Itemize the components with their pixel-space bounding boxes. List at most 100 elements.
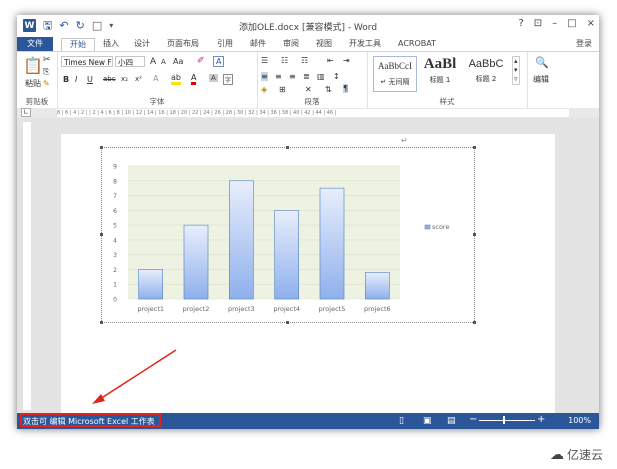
align-center-icon[interactable]: ≡ [275, 72, 282, 81]
copy-icon[interactable]: ⎘ [43, 67, 49, 77]
zoom-slider-thumb[interactable] [503, 416, 505, 424]
print-layout-icon[interactable]: ▣ [423, 416, 432, 426]
tab-file[interactable]: 文件 [17, 37, 53, 51]
bar [183, 224, 209, 300]
cut-icon[interactable]: ✂ [43, 55, 51, 65]
justify-icon[interactable]: ≣ [303, 72, 310, 81]
maximize-button[interactable]: □ [567, 18, 576, 29]
font-group-label: 字体 [149, 97, 165, 106]
bar-chart: 0 1 2 3 4 5 6 7 8 9 project1 project2 project3 projec… [113, 164, 449, 314]
tab-selector-icon[interactable]: ∟ [21, 108, 31, 117]
resize-handle[interactable] [100, 233, 103, 236]
line-spacing-icon[interactable]: ↕ [333, 72, 340, 81]
y-tick-label: 4 [113, 237, 117, 244]
tab-review[interactable]: 审阅 [279, 38, 303, 51]
embedded-excel-object[interactable]: 0 1 2 3 4 5 6 7 8 9 project1 project2 project3 projec… [100, 146, 476, 324]
align-left-icon[interactable]: ≡ [261, 72, 268, 81]
paragraph-mark: ↵ [401, 136, 408, 145]
find-icon[interactable]: 🔍 [535, 56, 549, 69]
style-name: 标题 2 [475, 75, 497, 83]
y-tick-label: 6 [113, 208, 117, 215]
underline-button[interactable]: U [87, 75, 93, 84]
tab-developer[interactable]: 开发工具 [345, 38, 385, 51]
resize-handle[interactable] [473, 321, 476, 324]
bullets-icon[interactable]: ☰ [261, 56, 268, 65]
sort-icon[interactable]: ⇅ [325, 85, 332, 94]
tab-design[interactable]: 设计 [130, 38, 154, 51]
numbering-icon[interactable]: ☷ [281, 56, 288, 65]
close-button[interactable]: × [587, 18, 595, 29]
y-tick-label: 0 [113, 297, 117, 304]
sign-in-link[interactable]: 登录 [572, 38, 596, 51]
align-right-icon[interactable]: ≡ [289, 72, 296, 81]
font-size-select[interactable]: 小四 [115, 56, 145, 67]
zoom-level[interactable]: 100% [568, 416, 591, 425]
tab-view[interactable]: 视图 [312, 38, 336, 51]
title-bar: W 🖫 ↶ ↻ □ ▾ 添加OLE.docx [兼容模式] - Word ? ⊡… [17, 15, 599, 37]
resize-handle[interactable] [473, 233, 476, 236]
paste-button[interactable]: 粘贴 [25, 78, 41, 89]
text-effects-icon[interactable]: A [153, 74, 158, 83]
decrease-indent-icon[interactable]: ⇤ [327, 56, 334, 65]
clear-format-icon[interactable]: ✐ [197, 56, 205, 66]
read-mode-icon[interactable]: ▯ [399, 416, 404, 426]
shrink-font-button[interactable]: A [161, 58, 166, 66]
resize-handle[interactable] [100, 146, 103, 149]
window-controls: ? ⊡ – □ × [518, 18, 595, 29]
style-heading1[interactable]: AaBl 标题 1 [419, 56, 461, 90]
document-page: ↵ 0 1 2 3 4 5 6 7 8 9 project1 project2 project3 proj… [61, 134, 555, 429]
format-painter-icon[interactable]: ✎ [43, 79, 50, 88]
editing-button[interactable]: 编辑 [533, 74, 549, 85]
shading-icon[interactable]: ◈ [261, 85, 267, 94]
show-marks-icon[interactable]: ¶ [343, 84, 349, 93]
tab-mailings[interactable]: 邮件 [246, 38, 270, 51]
y-tick-label: 1 [113, 282, 117, 289]
vertical-ruler[interactable] [23, 122, 31, 410]
superscript-button[interactable]: x² [135, 75, 142, 83]
bold-button[interactable]: B [63, 75, 69, 84]
resize-handle[interactable] [473, 146, 476, 149]
styles-group-label: 样式 [439, 97, 455, 106]
minimize-button[interactable]: – [552, 18, 557, 29]
zoom-in-button[interactable]: + [537, 414, 545, 425]
borders-icon[interactable]: ⊞ [279, 85, 286, 94]
styles-group: AaBbCcI ↵ 无间隔 AaBl 标题 1 AaBbC 标题 2 ▴ ▾ ▿ 样… [367, 52, 528, 108]
italic-button[interactable]: I [75, 75, 77, 84]
plot-area [128, 166, 400, 299]
style-no-spacing[interactable]: AaBbCcI ↵ 无间隔 [373, 56, 417, 92]
tab-layout[interactable]: 页面布局 [163, 38, 203, 51]
char-border-icon[interactable]: A [213, 56, 225, 67]
chinese-layout-icon[interactable]: ✕ [305, 85, 312, 94]
tab-references[interactable]: 引用 [213, 38, 237, 51]
paste-icon[interactable]: 📋 [23, 56, 43, 75]
distributed-icon[interactable]: ▥ [317, 72, 325, 81]
tab-insert[interactable]: 插入 [99, 38, 123, 51]
resize-handle[interactable] [286, 146, 289, 149]
font-name-select[interactable]: Times New F [61, 56, 113, 67]
web-layout-icon[interactable]: ▤ [447, 416, 456, 426]
grow-font-button[interactable]: A [150, 57, 156, 67]
styles-more-icon[interactable]: ▴ ▾ ▿ [512, 56, 520, 85]
status-bar: 双击可 编辑 Microsoft Excel 工作表 ▯ ▣ ▤ − + 100… [17, 413, 599, 429]
subscript-button[interactable]: x₂ [121, 75, 128, 83]
font-color-icon[interactable]: A [191, 74, 197, 85]
resize-handle[interactable] [100, 321, 103, 324]
tab-home[interactable]: 开始 [61, 38, 95, 52]
ribbon-display-button[interactable]: ⊡ [534, 18, 542, 29]
ruler-ticks[interactable]: 8 | 6 | 4 | 2 | | 2 | 4 | 6 | 8 | 10 | 1… [57, 109, 569, 117]
zoom-slider[interactable] [479, 420, 535, 421]
char-shading-icon[interactable]: A [209, 74, 218, 82]
y-tick-label: 9 [113, 164, 117, 171]
enclose-char-icon[interactable]: 字 [223, 74, 234, 85]
multilevel-list-icon[interactable]: ☶ [301, 56, 308, 65]
highlight-icon[interactable]: ab [171, 74, 181, 85]
tab-acrobat[interactable]: ACROBAT [395, 38, 439, 51]
resize-handle[interactable] [286, 321, 289, 324]
increase-indent-icon[interactable]: ⇥ [343, 56, 350, 65]
zoom-out-button[interactable]: − [469, 414, 477, 425]
help-button[interactable]: ? [518, 18, 523, 29]
change-case-button[interactable]: Aa [173, 57, 183, 66]
highlight-annotation-box [20, 413, 161, 427]
style-heading2[interactable]: AaBbC 标题 2 [465, 56, 507, 90]
strikethrough-button[interactable]: abc [103, 75, 116, 83]
